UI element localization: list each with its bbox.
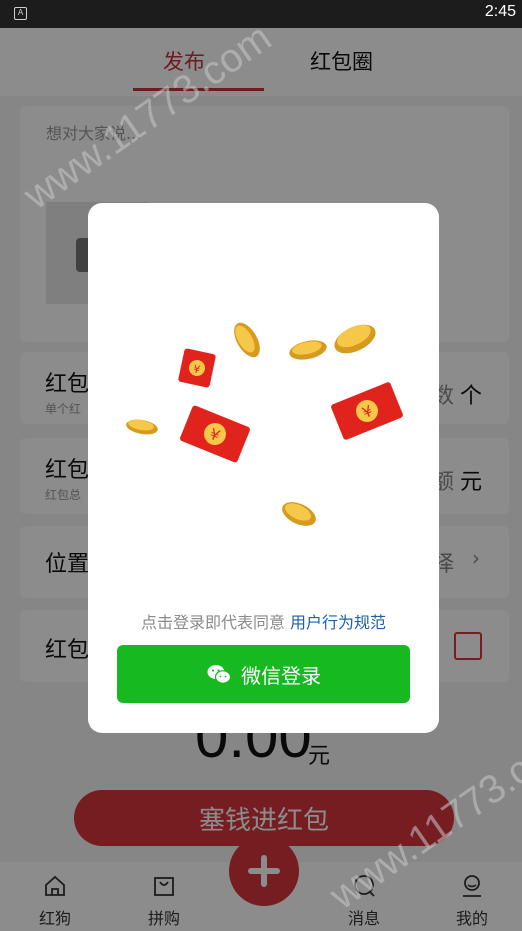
status-time: 2:45 (484, 3, 516, 20)
gold-coin-icon (334, 324, 376, 354)
login-modal: ¥ ¥ ¥ 点击登录即代表同意 用户行为规范 微信登录 (88, 203, 439, 733)
gold-coin-icon (282, 502, 316, 526)
wechat-login-label: 微信登录 (241, 664, 321, 688)
app-notification-icon: A (14, 7, 27, 20)
agreement-prefix: 点击登录即代表同意 (140, 613, 285, 632)
red-packet-icon: ¥ (180, 405, 250, 463)
agreement-text: 点击登录即代表同意 用户行为规范 (88, 609, 439, 633)
gold-coin-icon (126, 419, 158, 435)
wechat-login-button[interactable]: 微信登录 (117, 645, 410, 703)
gold-coin-icon (289, 340, 327, 360)
red-packet-icon: ¥ (331, 382, 403, 440)
gold-coin-icon (234, 322, 260, 358)
user-conduct-link[interactable]: 用户行为规范 (290, 613, 386, 632)
red-packet-coins-illustration: ¥ ¥ ¥ (126, 322, 403, 526)
wechat-icon (207, 665, 231, 684)
status-bar: A 2:45 (0, 0, 522, 28)
red-packet-icon: ¥ (178, 348, 216, 388)
